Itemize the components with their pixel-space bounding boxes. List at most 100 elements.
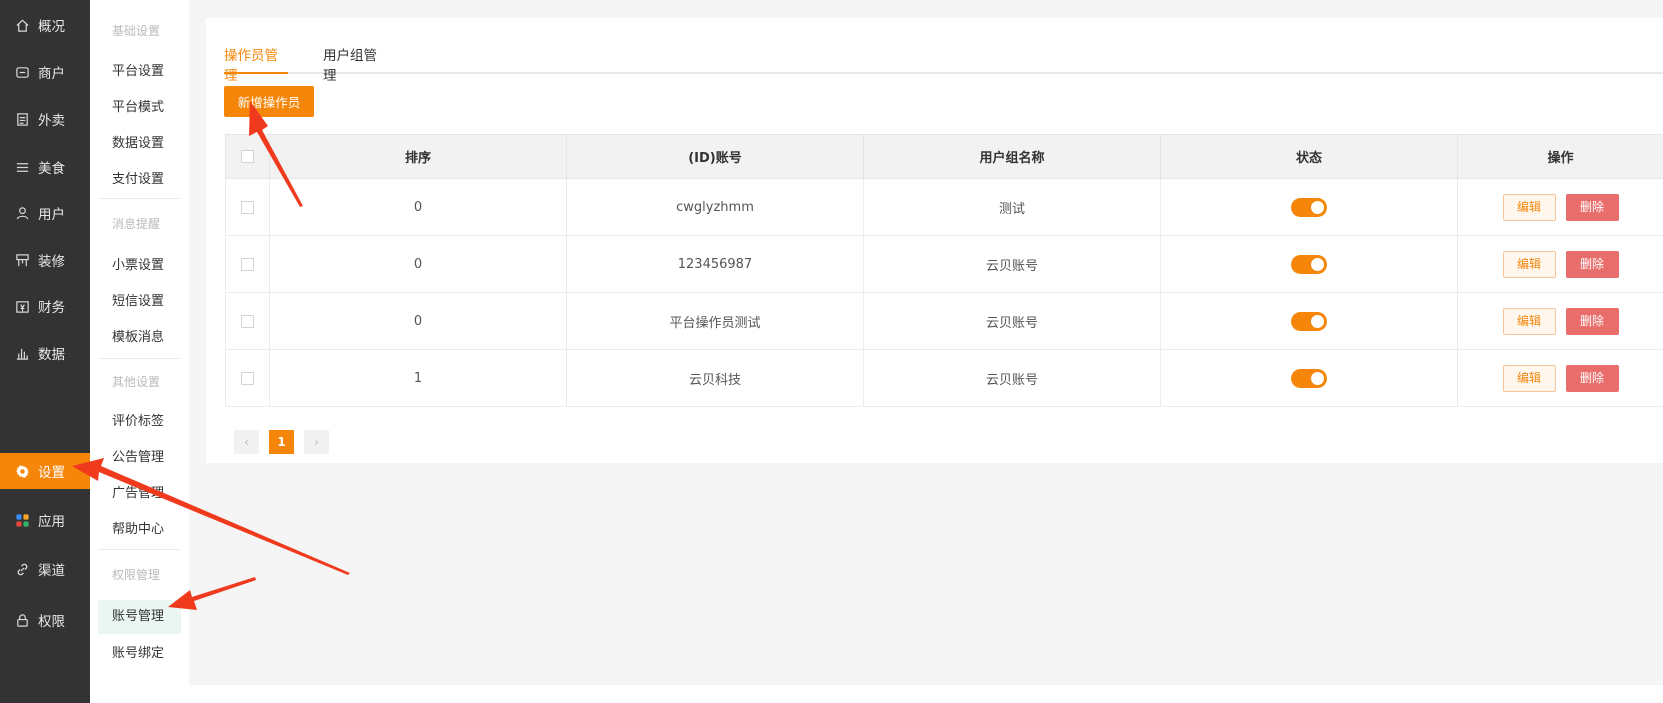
toggle-knob: [1311, 371, 1324, 385]
nav-item-food[interactable]: 美食: [0, 149, 90, 185]
cell-sort: 1: [269, 349, 567, 407]
edit-button[interactable]: 编辑: [1502, 250, 1556, 278]
status-toggle[interactable]: [1291, 311, 1327, 331]
next-page-button[interactable]: ›: [304, 430, 329, 454]
nav-item-label: 设置: [38, 465, 65, 481]
nav-item-label: 数据: [38, 347, 65, 363]
nav-item-label: 应用: [38, 514, 65, 530]
submenu-divider: [98, 549, 181, 550]
submenu-item-account-binding[interactable]: 账号绑定: [98, 637, 181, 671]
nav-item-permissions[interactable]: 权限: [0, 602, 90, 638]
row-checkbox[interactable]: [241, 200, 254, 214]
tab-operator-management[interactable]: 操作员管理: [224, 44, 288, 84]
nav-item-apps[interactable]: 应用: [0, 502, 90, 538]
submenu-item-ads[interactable]: 广告管理: [98, 477, 181, 511]
decorate-icon: [14, 252, 30, 268]
column-header-actions: 操作: [1457, 134, 1663, 179]
user-icon: [14, 205, 30, 221]
tab-user-group-management[interactable]: 用户组管理: [323, 44, 389, 84]
nav-item-merchant[interactable]: 商户: [0, 54, 90, 90]
select-all-checkbox[interactable]: [241, 150, 254, 163]
submenu-item-platform-mode[interactable]: 平台模式: [98, 91, 181, 125]
settings-submenu: 基础设置 平台设置 平台模式 数据设置 支付设置 消息提醒 小票设置 短信设置 …: [90, 0, 189, 703]
toggle-knob: [1311, 200, 1324, 214]
home-icon: [14, 17, 30, 33]
column-header-account: (ID)账号: [566, 134, 864, 179]
table-header-row: 排序 (ID)账号 用户组名称 状态 操作: [225, 134, 1663, 179]
bar-chart-icon: [14, 345, 30, 361]
nav-item-settings[interactable]: 设置: [0, 453, 90, 489]
nav-item-label: 概况: [38, 19, 65, 35]
column-header-status: 状态: [1160, 134, 1458, 179]
submenu-item-sms-settings[interactable]: 短信设置: [98, 285, 181, 319]
main-panel: 操作员管理 用户组管理 新增操作员 排序 (ID)账号 用户组名称 状态 操作 …: [206, 18, 1663, 463]
link-icon: [14, 561, 30, 577]
menu-icon: [14, 159, 30, 175]
submenu-item-template-messages[interactable]: 模板消息: [98, 321, 181, 355]
store-icon: [14, 64, 30, 80]
document-icon: [14, 111, 30, 127]
nav-item-finance[interactable]: 财务: [0, 288, 90, 324]
submenu-item-announcements[interactable]: 公告管理: [98, 441, 181, 475]
nav-item-takeout[interactable]: 外卖: [0, 101, 90, 137]
edit-button[interactable]: 编辑: [1502, 307, 1556, 335]
nav-item-decorate[interactable]: 装修: [0, 242, 90, 278]
operator-table: 排序 (ID)账号 用户组名称 状态 操作 0 cwglyzhmm 测试 编辑删…: [225, 134, 1663, 407]
edit-button[interactable]: 编辑: [1502, 193, 1556, 221]
submenu-item-payment-settings[interactable]: 支付设置: [98, 163, 181, 197]
delete-button[interactable]: 删除: [1565, 364, 1619, 392]
add-operator-button[interactable]: 新增操作员: [224, 86, 314, 117]
status-toggle[interactable]: [1291, 197, 1327, 217]
toggle-knob: [1311, 257, 1324, 271]
row-checkbox[interactable]: [241, 371, 254, 385]
status-toggle[interactable]: [1291, 368, 1327, 388]
apps-icon: [14, 512, 30, 528]
delete-button[interactable]: 删除: [1565, 307, 1619, 335]
nav-item-overview[interactable]: 概况: [0, 7, 90, 43]
cell-account: 云贝科技: [566, 349, 864, 407]
nav-item-label: 外卖: [38, 113, 65, 129]
cell-account: 平台操作员测试: [566, 292, 864, 350]
toggle-knob: [1311, 314, 1324, 328]
submenu-group-title: 消息提醒: [112, 217, 161, 231]
nav-item-label: 装修: [38, 254, 65, 270]
cell-group: 云贝账号: [863, 349, 1161, 407]
table-row: 0 平台操作员测试 云贝账号 编辑 删除: [225, 292, 1663, 350]
lock-icon: [14, 612, 30, 628]
column-header-group: 用户组名称: [863, 134, 1161, 179]
nav-item-label: 用户: [38, 207, 65, 223]
submenu-item-receipt-settings[interactable]: 小票设置: [98, 249, 181, 283]
cell-group: 云贝账号: [863, 235, 1161, 293]
nav-item-users[interactable]: 用户: [0, 195, 90, 231]
submenu-divider: [98, 198, 181, 199]
table-row: 0 123456987 云贝账号 编辑 删除: [225, 235, 1663, 293]
gear-icon: [14, 463, 30, 479]
submenu-group-title: 其他设置: [112, 375, 161, 389]
row-checkbox[interactable]: [241, 257, 254, 271]
pagination: ‹ 1 ›: [234, 430, 339, 454]
submenu-item-account-management[interactable]: 账号管理: [98, 600, 181, 634]
submenu-item-review-tags[interactable]: 评价标签: [98, 405, 181, 439]
nav-item-label: 商户: [38, 66, 65, 82]
nav-item-channel[interactable]: 渠道: [0, 551, 90, 587]
select-all-cell: [225, 134, 270, 179]
submenu-item-platform-settings[interactable]: 平台设置: [98, 55, 181, 89]
submenu-item-data-settings[interactable]: 数据设置: [98, 127, 181, 161]
status-toggle[interactable]: [1291, 254, 1327, 274]
cell-account: cwglyzhmm: [566, 178, 864, 236]
delete-button[interactable]: 删除: [1565, 193, 1619, 221]
table-row: 0 cwglyzhmm 测试 编辑 删除: [225, 178, 1663, 236]
table-row: 1 云贝科技 云贝账号 编辑 删除: [225, 349, 1663, 407]
column-header-sort: 排序: [269, 134, 567, 179]
delete-button[interactable]: 删除: [1565, 250, 1619, 278]
prev-page-button[interactable]: ‹: [234, 430, 259, 454]
edit-button[interactable]: 编辑: [1502, 364, 1556, 392]
submenu-item-help-center[interactable]: 帮助中心: [98, 513, 181, 547]
page-button-current[interactable]: 1: [269, 430, 294, 454]
tab-bar: 操作员管理 用户组管理: [224, 44, 1663, 84]
row-checkbox[interactable]: [241, 314, 254, 328]
cell-group: 云贝账号: [863, 292, 1161, 350]
cell-group: 测试: [863, 178, 1161, 236]
nav-item-label: 美食: [38, 161, 65, 177]
nav-item-data[interactable]: 数据: [0, 335, 90, 371]
